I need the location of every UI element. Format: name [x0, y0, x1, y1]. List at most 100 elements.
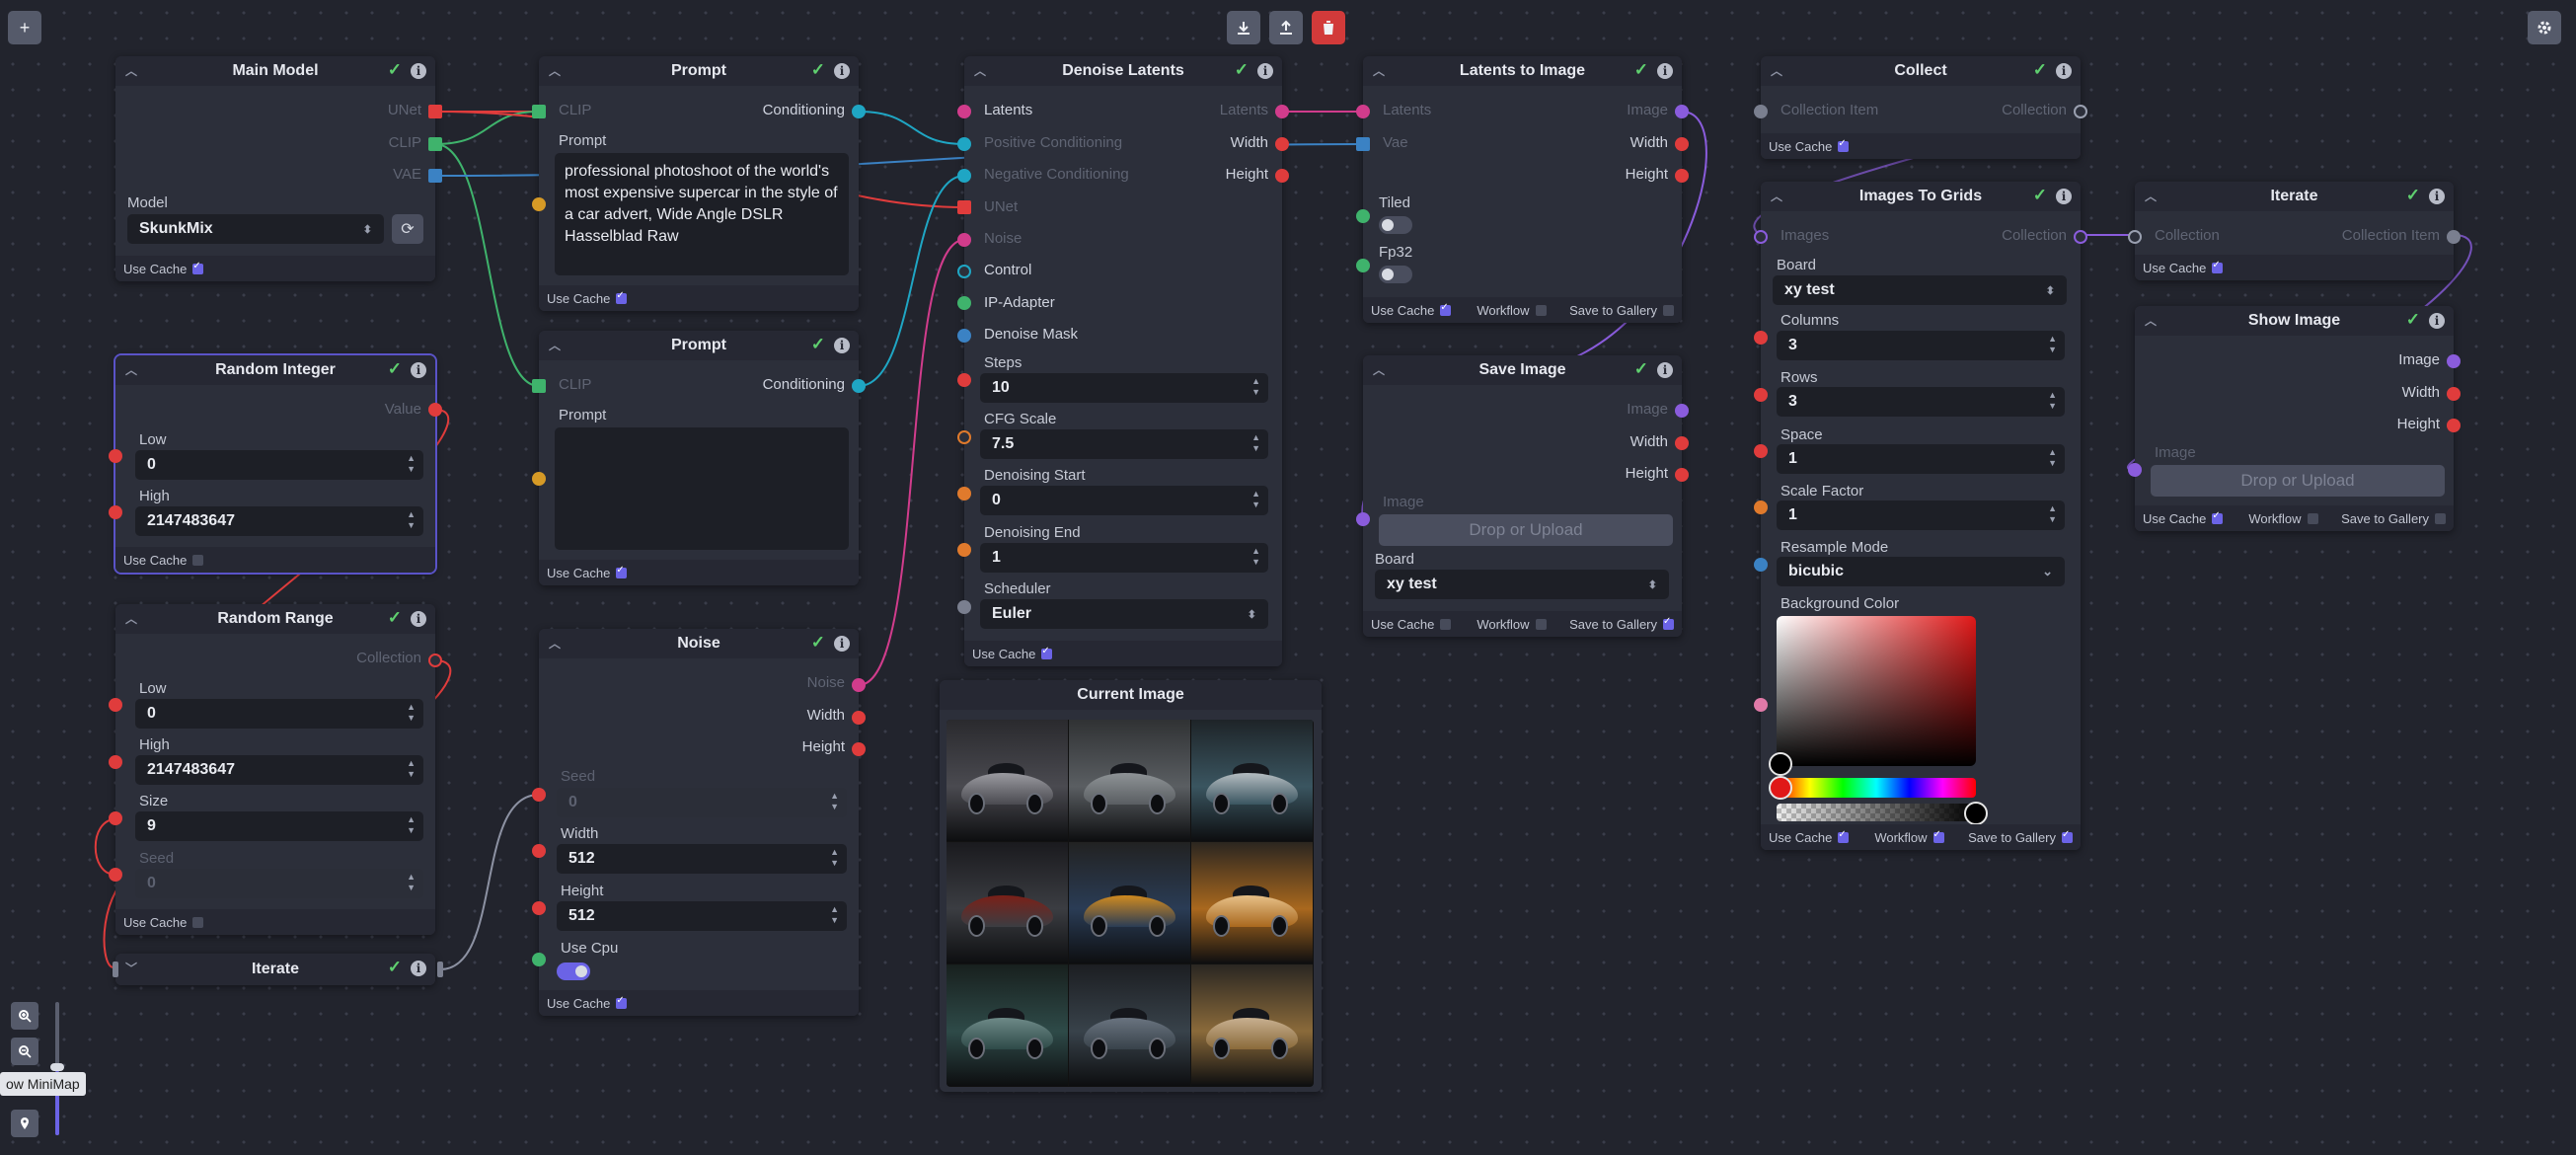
info-icon[interactable]: i — [834, 338, 850, 353]
port-handle[interactable] — [109, 755, 122, 769]
port-handle[interactable] — [1754, 331, 1768, 345]
info-icon[interactable]: i — [2056, 189, 2072, 204]
stepper-icon[interactable]: ▲ ▼ — [407, 702, 416, 724]
stepper-icon[interactable]: ▲ ▼ — [2048, 503, 2057, 525]
port-handle[interactable] — [1754, 444, 1768, 458]
port-handle[interactable] — [1356, 512, 1370, 526]
collapse-icon[interactable]: ︿ — [1373, 361, 1385, 378]
port-handle[interactable] — [957, 329, 971, 343]
info-icon[interactable]: i — [2429, 189, 2445, 204]
info-icon[interactable]: i — [2429, 313, 2445, 329]
stepper-icon[interactable]: ▲ ▼ — [1251, 489, 1260, 510]
port-handle[interactable] — [428, 654, 442, 667]
node-header[interactable]: ﹀ Iterate ✓ i — [115, 954, 435, 985]
port-handle[interactable] — [1675, 105, 1689, 118]
collapse-icon[interactable]: ︿ — [549, 635, 561, 652]
high-input[interactable]: 2147483647 ▲ ▼ — [135, 506, 423, 536]
use-cache-checkbox[interactable] — [2212, 510, 2224, 524]
port-handle[interactable] — [2074, 105, 2087, 118]
port-handle[interactable] — [957, 543, 971, 557]
use-cache-toggle[interactable]: Use Cache — [2143, 260, 2224, 275]
node-iterate[interactable]: ︿ Iterate ✓ i Collection Collection Item… — [2135, 182, 2454, 280]
use-cache-toggle[interactable]: Use Cache — [547, 995, 628, 1011]
node-prompt-positive[interactable]: ︿ Prompt ✓ i CLIP Conditioning Prompt pr… — [539, 56, 859, 311]
info-icon[interactable]: i — [411, 63, 426, 79]
node-latents-to-image[interactable]: ︿ Latents to Image ✓ i Latents Vae Image… — [1363, 56, 1682, 323]
use-cache-checkbox[interactable] — [2212, 260, 2224, 273]
drop-upload-zone[interactable]: Drop or Upload — [1379, 514, 1673, 546]
port-handle[interactable] — [957, 233, 971, 247]
port-handle[interactable] — [2447, 387, 2461, 401]
alpha-slider[interactable] — [1777, 804, 1976, 821]
denoising-start-input[interactable]: 0 ▲ ▼ — [980, 486, 1268, 515]
use-cache-toggle[interactable]: Use Cache — [1371, 302, 1452, 318]
fp32-toggle[interactable] — [1379, 266, 1412, 283]
port-handle[interactable] — [957, 169, 971, 183]
collapse-icon[interactable]: ︿ — [125, 361, 137, 378]
use-cache-checkbox[interactable] — [616, 995, 628, 1009]
board-select[interactable]: xy test ⬍ — [1773, 275, 2067, 305]
alpha-handle[interactable] — [1964, 802, 1988, 825]
collapse-icon[interactable]: ︿ — [974, 62, 986, 79]
port-handle[interactable] — [1754, 105, 1768, 118]
stepper-icon[interactable]: ▲ ▼ — [1251, 432, 1260, 454]
node-random-range[interactable]: ︿ Random Range ✓ i Collection Low 0 ▲ ▼ Hi… — [115, 604, 435, 935]
collapse-icon[interactable]: ︿ — [125, 62, 137, 79]
port-handle[interactable] — [109, 811, 122, 825]
port-handle[interactable] — [109, 449, 122, 463]
stepper-icon[interactable]: ▲ ▼ — [830, 847, 839, 869]
node-header[interactable]: Current Image — [940, 680, 1322, 710]
stepper-icon[interactable]: ▲ ▼ — [1251, 546, 1260, 568]
save-gallery-toggle[interactable]: Save to Gallery — [1968, 829, 2073, 845]
delete-workflow-button[interactable] — [1312, 11, 1345, 44]
use-cache-checkbox[interactable] — [616, 290, 628, 304]
collapse-icon[interactable]: ︿ — [549, 62, 561, 79]
prompt-textarea[interactable]: professional photoshoot of the world's m… — [555, 153, 849, 275]
use-cache-toggle[interactable]: Use Cache — [1769, 138, 1850, 154]
workflow-toggle[interactable]: Workflow — [1477, 303, 1547, 318]
download-workflow-button[interactable] — [1227, 11, 1260, 44]
use-cache-checkbox[interactable] — [192, 261, 204, 274]
node-header[interactable]: ︿ Prompt ✓ i — [539, 331, 859, 360]
port-handle[interactable] — [1356, 105, 1370, 118]
node-images-to-grids[interactable]: ︿ Images To Grids ✓ i Images Collection … — [1761, 182, 2081, 850]
tiled-toggle[interactable] — [1379, 216, 1412, 234]
port-handle[interactable] — [957, 373, 971, 387]
workflow-toggle[interactable]: Workflow — [2248, 511, 2318, 526]
save-gallery-toggle[interactable]: Save to Gallery — [2341, 511, 2446, 526]
stepper-icon[interactable]: ▲ ▼ — [2048, 390, 2057, 412]
info-icon[interactable]: i — [411, 961, 426, 976]
port-handle[interactable] — [852, 105, 866, 118]
collapse-icon[interactable]: ︿ — [549, 337, 561, 353]
port-handle[interactable] — [532, 788, 546, 802]
node-main-model[interactable]: ︿ Main Model ✓ i UNet CLIP VAE Model Sku… — [115, 56, 435, 281]
port-handle[interactable] — [109, 505, 122, 519]
toggle-minimap-button[interactable] — [11, 1110, 38, 1137]
node-header[interactable]: ︿ Noise ✓ i — [539, 629, 859, 658]
port-handle[interactable] — [1675, 404, 1689, 418]
use-cache-checkbox[interactable] — [1440, 618, 1452, 630]
node-prompt-negative[interactable]: ︿ Prompt ✓ i CLIP Conditioning Prompt Us… — [539, 331, 859, 585]
port-handle[interactable] — [957, 600, 971, 614]
port-handle[interactable] — [1675, 468, 1689, 482]
node-noise[interactable]: ︿ Noise ✓ i Noise Width Height Seed 0 ▲ ▼ … — [539, 629, 859, 1016]
drop-upload-zone[interactable]: Drop or Upload — [2151, 465, 2445, 497]
height-input[interactable]: 512 ▲ ▼ — [557, 901, 847, 931]
use-cache-toggle[interactable]: Use Cache — [123, 261, 204, 276]
use-cache-toggle[interactable]: Use Cache — [547, 290, 628, 306]
use-cache-toggle[interactable]: Use Cache — [123, 553, 204, 568]
port-handle[interactable] — [428, 403, 442, 417]
use-cache-toggle[interactable]: Use Cache — [547, 565, 628, 580]
port-handle[interactable] — [428, 169, 442, 183]
workflow-checkbox[interactable] — [1535, 304, 1547, 316]
port-handle[interactable] — [2128, 463, 2142, 477]
scheduler-select[interactable]: Euler ⬍ — [980, 599, 1268, 629]
port-handle[interactable] — [957, 137, 971, 151]
saturation-handle[interactable] — [1769, 752, 1792, 776]
zoom-slider-thumb[interactable] — [50, 1063, 64, 1071]
prompt-textarea[interactable] — [555, 427, 849, 550]
node-header[interactable]: ︿ Show Image ✓ i — [2135, 306, 2454, 336]
size-input[interactable]: 9 ▲ ▼ — [135, 811, 423, 841]
port-handle[interactable] — [852, 678, 866, 692]
workflow-checkbox[interactable] — [1932, 829, 1944, 843]
